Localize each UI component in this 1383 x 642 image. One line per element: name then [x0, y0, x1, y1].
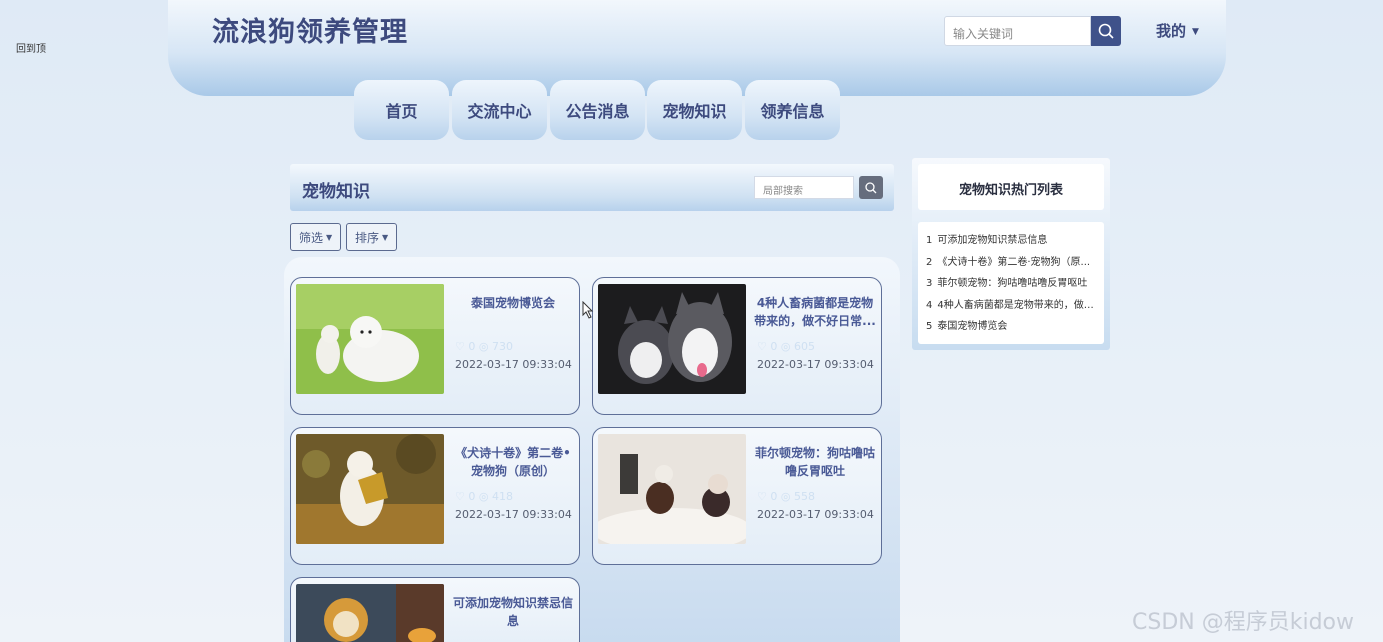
- like-icon: ♡: [455, 490, 465, 503]
- hot-list-panel: 宠物知识热门列表 1 可添加宠物知识禁忌信息 2 《犬诗十卷》第二卷·宠物狗（原..…: [912, 158, 1110, 350]
- eye-icon: ◎: [780, 340, 791, 353]
- tab-forum[interactable]: 交流中心: [452, 80, 547, 140]
- tab-home[interactable]: 首页: [354, 80, 449, 140]
- card-image: [296, 284, 444, 394]
- hot-list-title: 宠物知识热门列表: [958, 183, 1063, 198]
- tab-adoption[interactable]: 领养信息: [745, 80, 840, 140]
- hot-list-item[interactable]: 2 《犬诗十卷》第二卷·宠物狗（原...: [926, 252, 1096, 274]
- caret-down-icon: ▼: [326, 232, 333, 242]
- knowledge-card[interactable]: 泰国宠物博览会 ♡ 0 ◎ 730 2022-03-17 09:33:04: [290, 277, 580, 415]
- eye-icon: ◎: [780, 490, 791, 503]
- site-title: 流浪狗领养管理: [212, 17, 408, 48]
- like-icon: ♡: [757, 340, 767, 353]
- card-title: 《犬诗十卷》第二卷•宠物狗（原创）: [455, 446, 571, 478]
- sort-label: 排序: [355, 230, 380, 245]
- section-header: 宠物知识 局部搜索: [290, 164, 894, 211]
- hot-list-item[interactable]: 1 可添加宠物知识禁忌信息: [926, 230, 1096, 252]
- card-stats: ♡ 0 ◎ 418: [455, 490, 513, 503]
- tab-notices[interactable]: 公告消息: [550, 80, 645, 140]
- eye-icon: ◎: [478, 490, 489, 503]
- search-button[interactable]: [1091, 16, 1121, 46]
- back-to-top-link[interactable]: 回到顶: [16, 40, 46, 55]
- hot-list-header: 宠物知识热门列表: [918, 164, 1104, 210]
- caret-down-icon: ▼: [382, 232, 389, 242]
- caret-down-icon: ▼: [1192, 26, 1199, 37]
- section-title: 宠物知识: [302, 182, 370, 202]
- card-image: [296, 434, 444, 544]
- like-icon: ♡: [757, 490, 767, 503]
- eye-icon: ◎: [478, 340, 489, 353]
- mouse-cursor-icon: [582, 301, 594, 319]
- local-search-input[interactable]: 局部搜索: [754, 176, 854, 199]
- my-menu[interactable]: 我的 ▼: [1156, 20, 1199, 41]
- card-stats: ♡ 0 ◎ 605: [757, 340, 815, 353]
- knowledge-card[interactable]: 《犬诗十卷》第二卷•宠物狗（原创） ♡ 0 ◎ 418 2022-03-17 0…: [290, 427, 580, 565]
- knowledge-card[interactable]: 菲尔顿宠物：狗咕噜咕噜反胃呕吐 ♡ 0 ◎ 558 2022-03-17 09:…: [592, 427, 882, 565]
- card-date: 2022-03-17 09:33:04: [455, 358, 572, 371]
- hot-list-item[interactable]: 3 菲尔顿宠物：狗咕噜咕噜反胃呕吐: [926, 273, 1096, 295]
- card-stats: ♡ 0 ◎ 730: [455, 340, 513, 353]
- my-menu-label: 我的: [1156, 22, 1187, 40]
- card-date: 2022-03-17 09:33:04: [757, 508, 874, 521]
- search-input[interactable]: 输入关键词: [944, 16, 1091, 46]
- hot-list: 1 可添加宠物知识禁忌信息 2 《犬诗十卷》第二卷·宠物狗（原... 3 菲尔顿宠物：…: [918, 222, 1104, 344]
- search-icon: [1098, 23, 1114, 39]
- card-image: [296, 584, 444, 642]
- card-title: 泰国宠物博览会: [470, 296, 555, 310]
- card-date: 2022-03-17 09:33:04: [455, 508, 572, 521]
- local-search-button[interactable]: [859, 176, 883, 199]
- card-image: [598, 434, 746, 544]
- search-icon: [865, 182, 877, 194]
- hot-list-item[interactable]: 5 泰国宠物博览会: [926, 316, 1096, 338]
- filter-label: 筛选: [299, 230, 324, 245]
- watermark: CSDN @程序员kidow: [1132, 610, 1354, 635]
- knowledge-card[interactable]: 4种人畜病菌都是宠物带来的，做不好日常... ♡ 0 ◎ 605 2022-03…: [592, 277, 882, 415]
- like-icon: ♡: [455, 340, 465, 353]
- card-title: 4种人畜病菌都是宠物带来的，做不好日常...: [754, 296, 876, 328]
- card-title: 菲尔顿宠物：狗咕噜咕噜反胃呕吐: [754, 446, 875, 478]
- knowledge-card[interactable]: 可添加宠物知识禁忌信息: [290, 577, 580, 642]
- card-date: 2022-03-17 09:33:04: [757, 358, 874, 371]
- card-title: 可添加宠物知识禁忌信息: [452, 596, 573, 628]
- tab-pet-knowledge[interactable]: 宠物知识: [647, 80, 742, 140]
- sort-button[interactable]: 排序 ▼: [346, 223, 398, 251]
- card-stats: ♡ 0 ◎ 558: [757, 490, 815, 503]
- card-image: [598, 284, 746, 394]
- filter-button[interactable]: 筛选 ▼: [290, 223, 342, 251]
- hot-list-item[interactable]: 4 4种人畜病菌都是宠物带来的，做...: [926, 295, 1096, 317]
